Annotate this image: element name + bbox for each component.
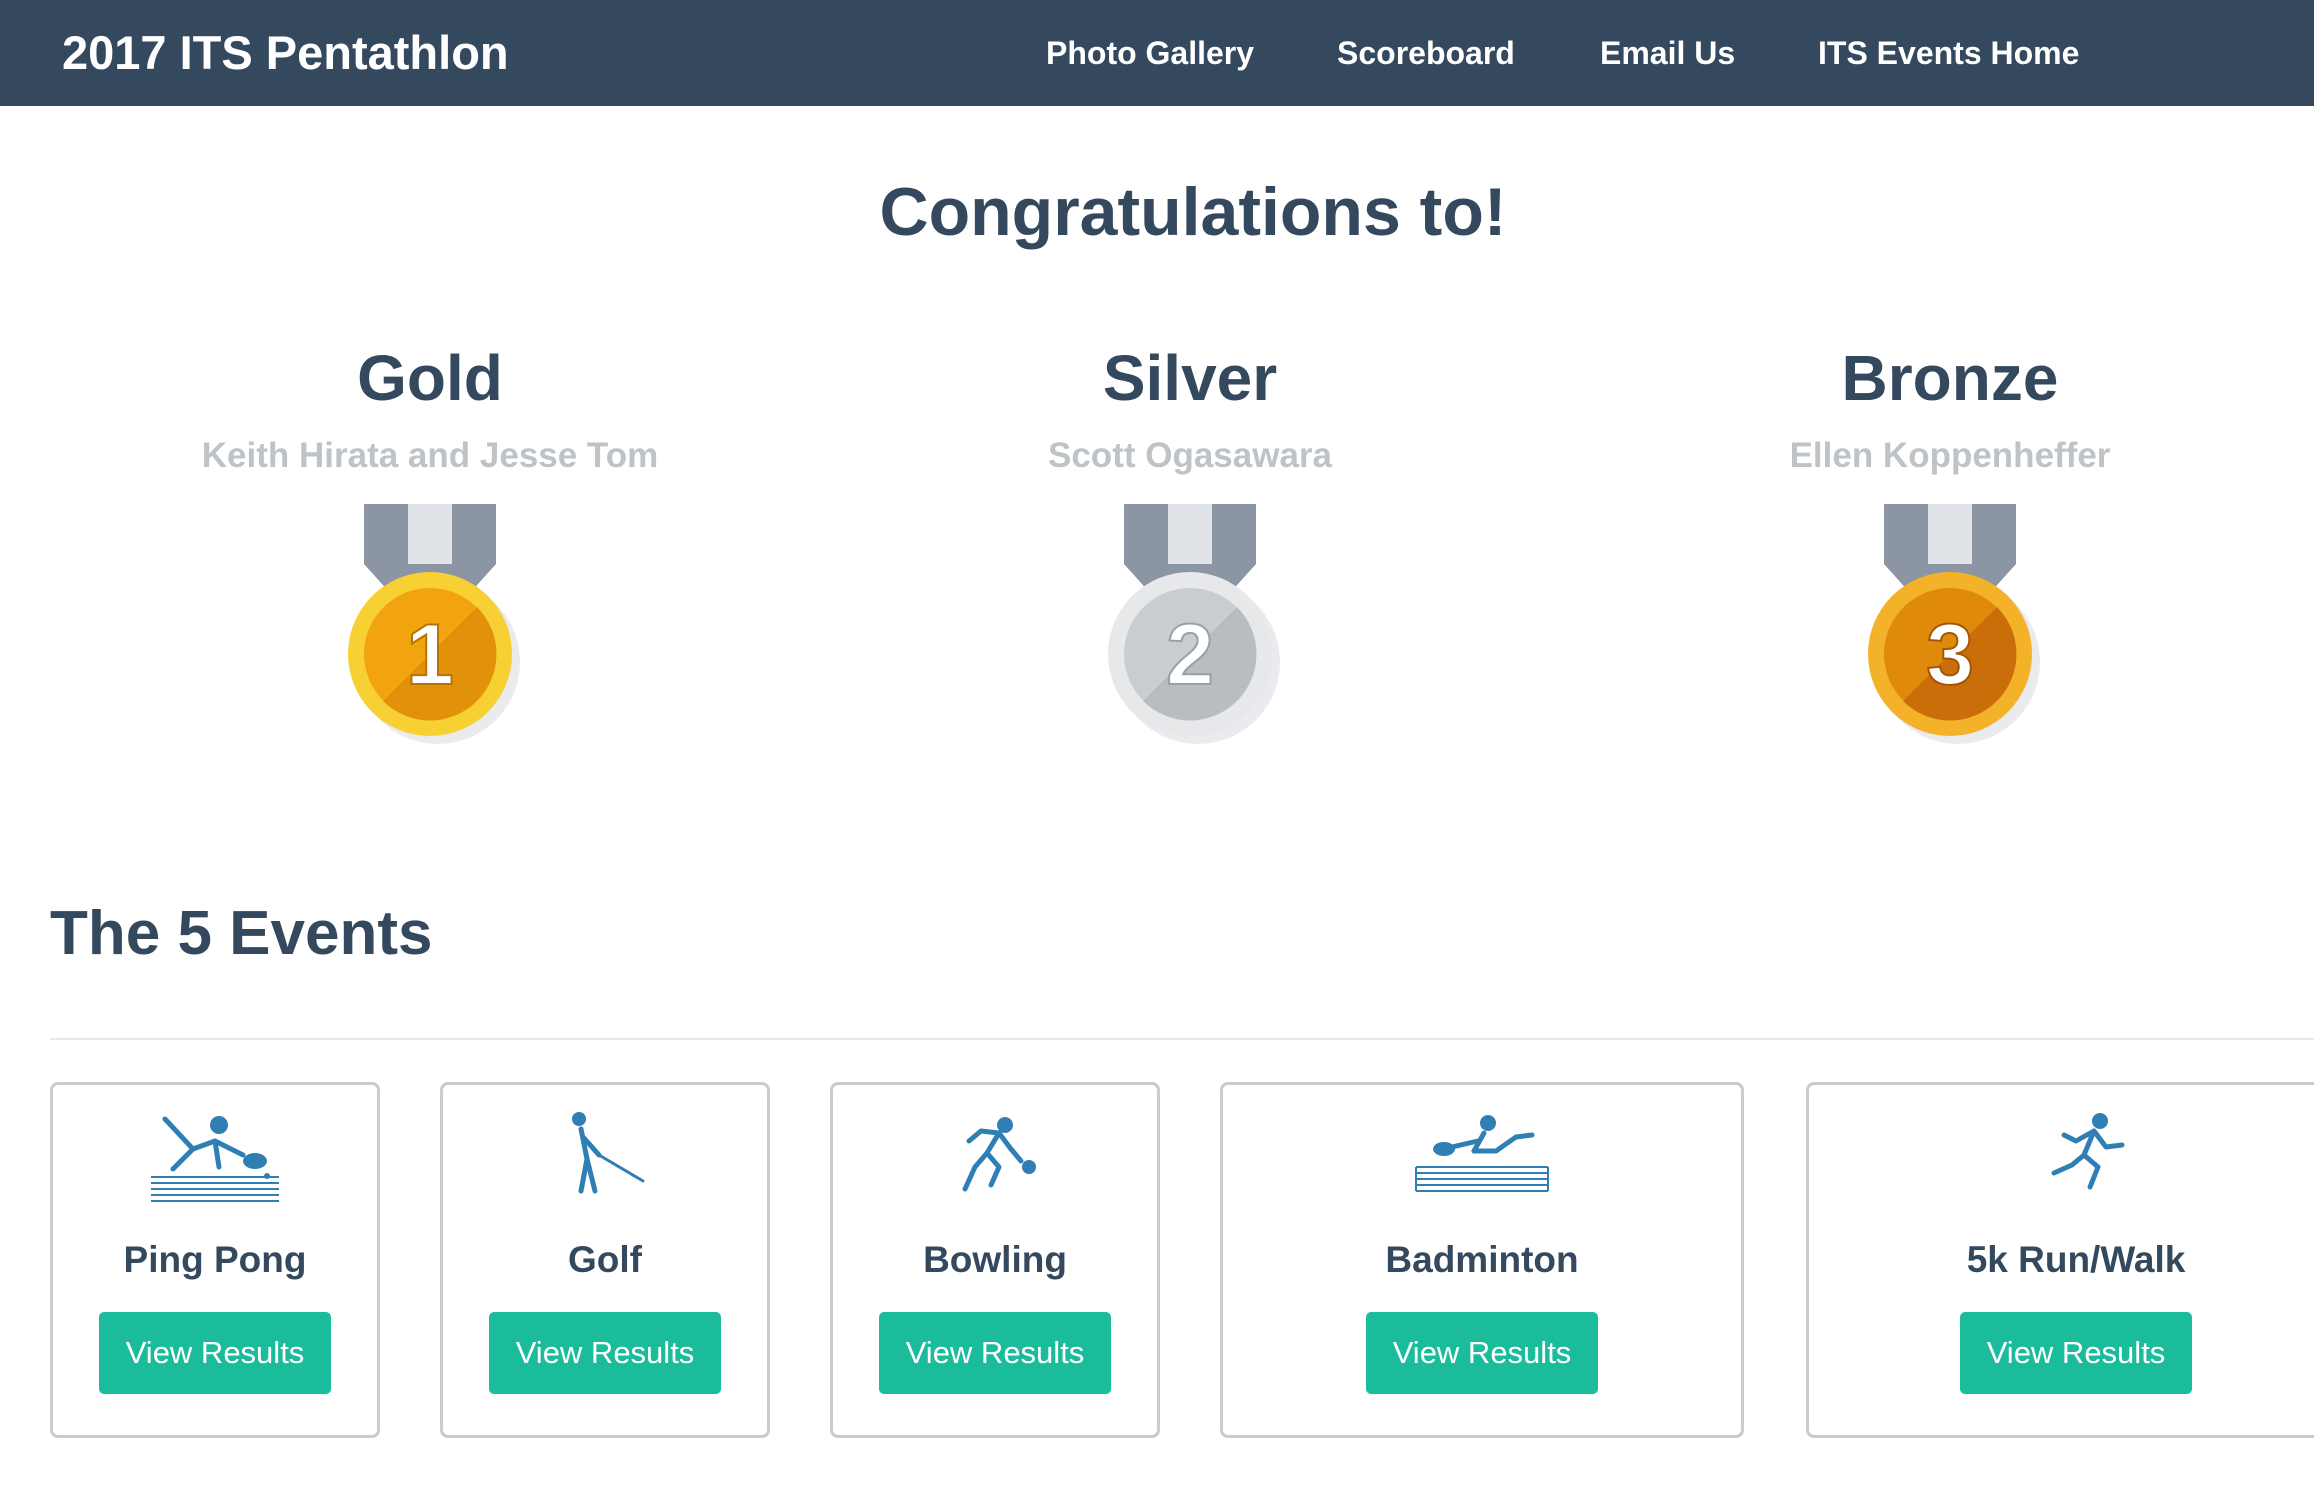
medal-bronze-column: Bronze Ellen Koppenheffer 3 (1570, 336, 2314, 744)
nav-link-its-events-home[interactable]: ITS Events Home (1818, 0, 2079, 106)
view-results-button-ping-pong[interactable]: View Results (99, 1312, 331, 1394)
view-results-button-badminton[interactable]: View Results (1366, 1312, 1598, 1394)
bowling-icon (962, 1117, 1036, 1192)
event-card-5k-run-walk: 5k Run/Walk View Results (1806, 1082, 2314, 1438)
running-icon (2051, 1113, 2125, 1190)
event-card-ping-pong: Ping Pong View Results (50, 1082, 380, 1438)
event-card-bowling: Bowling View Results (830, 1082, 1160, 1438)
event-name: Golf (568, 1239, 642, 1280)
medal-number: 1 (406, 607, 454, 703)
event-card-badminton: Badminton View Results (1220, 1082, 1744, 1438)
nav-link-email-us[interactable]: Email Us (1600, 0, 1735, 106)
bronze-medal-icon: 3 (1868, 504, 2040, 744)
event-card-golf: Golf View Results (440, 1082, 770, 1438)
event-name: Badminton (1385, 1239, 1579, 1280)
badminton-icon (1415, 1115, 1549, 1192)
medal-place-title: Gold (357, 342, 503, 414)
view-results-button-5k-run-walk[interactable]: View Results (1960, 1312, 2192, 1394)
event-name: 5k Run/Walk (1966, 1239, 2186, 1280)
nav-link-scoreboard[interactable]: Scoreboard (1337, 0, 1515, 106)
golf-icon (572, 1112, 645, 1194)
top-navbar: 2017 ITS Pentathlon Photo Gallery Scoreb… (0, 0, 2314, 106)
gold-medal-icon: 1 (348, 504, 520, 744)
event-name: Bowling (923, 1239, 1067, 1280)
congrats-heading: Congratulations to! (879, 174, 1507, 250)
medal-winner-name: Keith Hirata and Jesse Tom (201, 436, 659, 475)
events-heading: The 5 Events (50, 899, 433, 968)
event-name: Ping Pong (123, 1239, 307, 1280)
nav-link-photo-gallery[interactable]: Photo Gallery (1046, 0, 1254, 106)
section-divider (50, 1038, 2314, 1040)
medal-place-title: Bronze (1841, 342, 2059, 414)
view-results-button-golf[interactable]: View Results (489, 1312, 721, 1394)
silver-medal-icon: 2 (1108, 504, 1280, 744)
medal-gold-column: Gold Keith Hirata and Jesse Tom 1 (50, 336, 810, 744)
medal-number: 2 (1166, 607, 1214, 703)
medal-winner-name: Ellen Koppenheffer (1789, 436, 2111, 475)
medal-silver-column: Silver Scott Ogasawara 2 (810, 336, 1570, 744)
view-results-button-bowling[interactable]: View Results (879, 1312, 1111, 1394)
medal-place-title: Silver (1102, 342, 1278, 414)
medal-winner-name: Scott Ogasawara (1048, 436, 1332, 475)
medal-number: 3 (1926, 607, 1974, 703)
ping-pong-icon (151, 1116, 279, 1202)
brand-link[interactable]: 2017 ITS Pentathlon (62, 0, 509, 106)
